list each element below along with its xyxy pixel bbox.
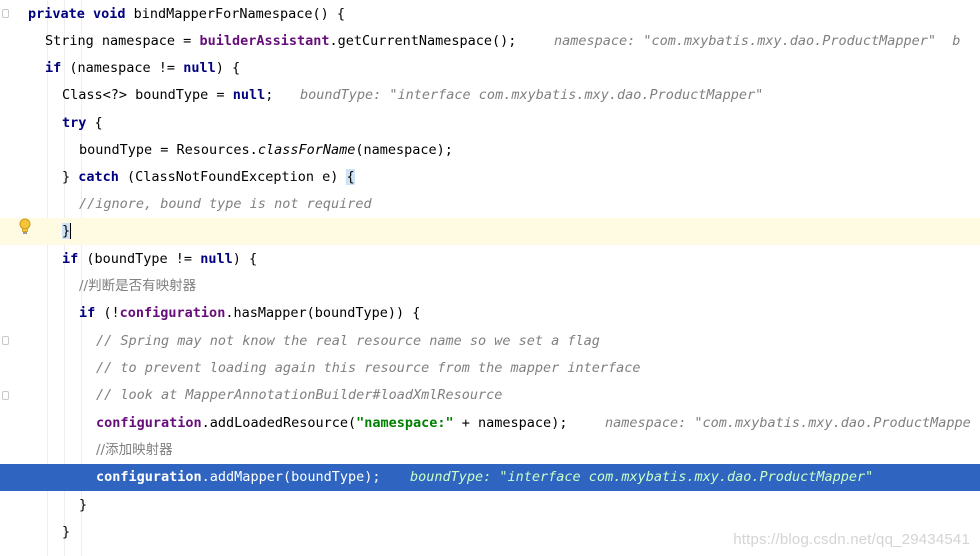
code-text: .getCurrentNamespace(); [329,33,517,49]
matched-brace: { [346,169,355,185]
comment: // Spring may not know the real resource… [96,333,600,349]
keyword: null [183,60,216,76]
code-text: } [62,169,79,185]
watermark: https://blog.csdn.net/qq_29434541 [733,531,970,548]
keyword: if [45,60,70,76]
code-editor[interactable]: private void bindMapperForNamespace() { … [0,0,980,556]
field-ref: builderAssistant [199,33,330,49]
inline-debug-value: boundType: "interface com.mxybatis.mxy.d… [410,469,874,485]
code-text: Class<?> boundType = [62,87,233,103]
code-line[interactable]: private void bindMapperForNamespace() { [0,1,980,28]
comment: //判断是否有映射器 [79,278,197,294]
code-line[interactable]: // Spring may not know the real resource… [0,328,980,355]
code-text: (! [95,305,120,321]
code-text: boundType = Resources. [79,142,258,158]
code-line[interactable]: Class<?> boundType = null; boundType: "i… [0,82,980,109]
static-method: classForName [257,142,356,158]
code-text: .hasMapper(boundType)) { [225,305,421,321]
code-text: (ClassNotFoundException e) [118,169,347,185]
code-text: + namespace); [453,415,568,431]
code-line[interactable]: boundType = Resources.classForName(names… [0,137,980,164]
field-ref: configuration [96,469,202,485]
lightbulb-icon[interactable] [18,218,32,236]
code-text: String namespace = [45,33,200,49]
code-line[interactable]: } [0,492,980,519]
keyword: try [62,115,87,131]
inline-debug-value: namespace: "com.mxybatis.mxy.dao.Product… [554,33,961,49]
current-execution-line[interactable]: configuration.addMapper(boundType); boun… [0,464,980,491]
keyword: if [62,251,79,267]
code-line[interactable]: // look at MapperAnnotationBuilder#loadX… [0,382,980,409]
code-text: (namespace); [355,142,453,158]
keyword: null [200,251,233,267]
string-literal: "namespace:" [356,415,454,431]
code-line[interactable]: // to prevent loading again this resourc… [0,355,980,382]
code-text: (boundType != [78,251,201,267]
code-text: ) { [215,60,241,76]
code-line[interactable]: //添加映射器 [0,437,980,464]
matched-brace: } [62,223,71,239]
comment: // to prevent loading again this resourc… [96,360,641,376]
code-text: } [79,497,88,513]
code-text: { [86,115,103,131]
text-caret [70,223,72,239]
code-text: () { [312,6,345,22]
keyword: null [232,87,266,103]
comment: //ignore, bound type is not required [79,196,372,212]
code-text: ) { [232,251,258,267]
code-line[interactable]: if (!configuration.hasMapper(boundType))… [0,300,980,327]
keyword: if [79,305,96,321]
code-line-caret[interactable]: } [0,218,980,245]
inline-debug-value: boundType: "interface com.mxybatis.mxy.d… [300,87,764,103]
comment: // look at MapperAnnotationBuilder#loadX… [96,387,503,403]
code-line[interactable]: } catch (ClassNotFoundException e) { [0,164,980,191]
code-line[interactable]: configuration.addLoadedResource("namespa… [0,410,980,437]
code-text: .addMapper(boundType); [201,469,381,485]
code-text: (namespace != [69,60,184,76]
field-ref: configuration [96,415,202,431]
keyword: private void [28,6,134,22]
code-line[interactable]: if (namespace != null) { [0,55,980,82]
code-text: } [62,524,71,540]
code-line[interactable]: String namespace = builderAssistant.getC… [0,28,980,55]
code-text: ; [265,87,274,103]
field-ref: configuration [119,305,226,321]
code-text: .addLoadedResource( [201,415,357,431]
code-line[interactable]: if (boundType != null) { [0,246,980,273]
method-name: bindMapperForNamespace [133,6,313,22]
comment: //添加映射器 [96,442,173,458]
keyword: catch [78,169,119,185]
code-line[interactable]: //判断是否有映射器 [0,273,980,300]
code-line[interactable]: try { [0,110,980,137]
inline-debug-value: namespace: "com.mxybatis.mxy.dao.Product… [605,415,971,431]
code-line[interactable]: //ignore, bound type is not required [0,191,980,218]
